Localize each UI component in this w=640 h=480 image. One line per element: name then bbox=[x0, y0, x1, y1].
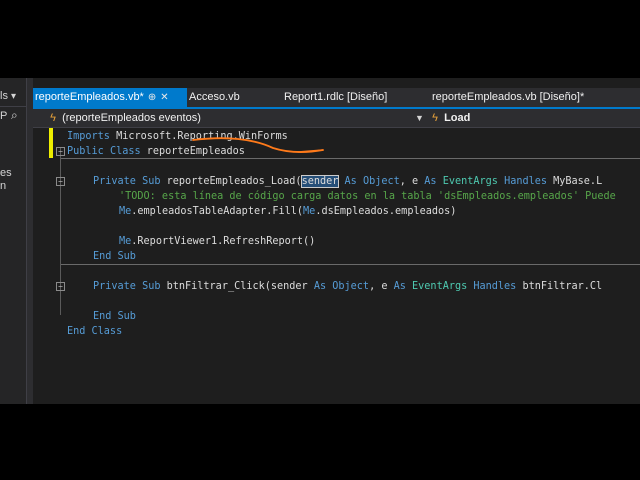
panel-text-p: P bbox=[0, 110, 8, 122]
keyword-imports: Imports bbox=[67, 131, 110, 142]
tab-label: Acceso.vb bbox=[189, 91, 240, 103]
tab-label: reporteEmpleados.vb* bbox=[35, 91, 144, 103]
code-editor[interactable]: − − − Imports Microsoft.Reporting.WinFor… bbox=[33, 128, 640, 404]
scope-dropdown[interactable]: ϟ (reporteEmpleados eventos) bbox=[47, 109, 201, 127]
namespace-text: Microsoft.Reporting.WinForms bbox=[109, 131, 288, 142]
code-line-14[interactable]: End Class bbox=[67, 324, 122, 339]
tab-reporteempleados-vb[interactable]: reporteEmpleados.vb* ⊕ ✕ bbox=[33, 88, 187, 107]
close-icon[interactable]: ✕ bbox=[160, 88, 168, 107]
panel-arrow-icon[interactable]: ▾ bbox=[11, 90, 16, 103]
code-line-2[interactable]: Public Class reporteEmpleados bbox=[67, 144, 245, 159]
solution-explorer-panel: ls ▾ P ⌕ es n bbox=[0, 78, 27, 404]
chevron-down-icon[interactable]: ▼ bbox=[415, 109, 424, 127]
panel-text-es: es bbox=[0, 167, 12, 179]
keyword-end-class: End Class bbox=[67, 326, 123, 337]
keyword-sub: Sub bbox=[142, 176, 161, 187]
code-line-1[interactable]: Imports Microsoft.Reporting.WinForms bbox=[67, 129, 288, 144]
method-name: btnFiltrar_Click(sender bbox=[160, 281, 314, 292]
code-line-8[interactable]: Me.ReportViewer1.RefreshReport() bbox=[119, 234, 315, 249]
refresh-call: .ReportViewer1.RefreshReport() bbox=[131, 236, 316, 247]
panel-text-ls: ls bbox=[0, 90, 8, 102]
keyword-as: As bbox=[393, 281, 406, 292]
type-eventargs: EventArgs bbox=[412, 281, 468, 292]
class-name: reporteEmpleados bbox=[140, 146, 245, 157]
keyword-private: Private bbox=[93, 281, 136, 292]
keyword-me: Me bbox=[119, 236, 132, 247]
collapse-click-toggle[interactable]: − bbox=[56, 282, 65, 291]
type-eventargs: EventArgs bbox=[442, 176, 498, 187]
param-sep: , e bbox=[399, 176, 425, 187]
code-line-11[interactable]: Private Sub btnFiltrar_Click(sender As O… bbox=[93, 279, 602, 294]
panel-divider bbox=[0, 106, 26, 107]
keyword-me: Me bbox=[119, 206, 132, 217]
method-name: reporteEmpleados_Load( bbox=[160, 176, 302, 187]
selected-word-sender[interactable]: sender bbox=[300, 175, 340, 188]
scope-label: (reporteEmpleados eventos) bbox=[62, 112, 201, 124]
code-line-6[interactable]: Me.empleadosTableAdapter.Fill(Me.dsEmple… bbox=[119, 204, 456, 219]
tab-label: reporteEmpleados.vb [Diseño]* bbox=[432, 91, 585, 103]
type-object: Object bbox=[362, 176, 400, 187]
keyword-handles: Handles bbox=[473, 281, 517, 292]
keyword-end-sub: End Sub bbox=[93, 251, 136, 262]
fill-call: .empleadosTableAdapter.Fill( bbox=[131, 206, 304, 217]
tab-label: Report1.rdlc [Diseño] bbox=[284, 91, 388, 103]
keyword-as: As bbox=[344, 176, 357, 187]
event-icon: ϟ bbox=[432, 112, 438, 124]
member-dropdown[interactable]: ϟ Load bbox=[429, 109, 470, 127]
modified-lines-indicator bbox=[49, 128, 53, 158]
param-sep: , e bbox=[369, 281, 394, 292]
keyword-as: As bbox=[313, 281, 327, 292]
keyword-handles: Handles bbox=[504, 176, 547, 187]
keyword-private: Private bbox=[93, 176, 136, 187]
collapse-load-toggle[interactable]: − bbox=[56, 177, 65, 186]
outline-guide bbox=[60, 185, 61, 256]
handles-target: MyBase.L bbox=[547, 176, 603, 187]
visual-studio-window: ls ▾ P ⌕ es n reporteEmpleados.vb* ⊕ ✕ Acc… bbox=[0, 78, 640, 404]
tab-report1-rdlc[interactable]: Report1.rdlc [Diseño] bbox=[284, 88, 414, 107]
keyword-end-sub: End Sub bbox=[93, 311, 136, 322]
keyword-class: Class bbox=[109, 146, 141, 157]
code-line-4[interactable]: Private Sub reporteEmpleados_Load(sender… bbox=[93, 174, 602, 189]
navigation-bar: ϟ (reporteEmpleados eventos) ▼ ϟ Load bbox=[33, 109, 640, 128]
keyword-as: As bbox=[424, 176, 437, 187]
outline-guide bbox=[60, 275, 61, 315]
procedure-separator bbox=[61, 264, 640, 265]
collapse-class-toggle[interactable]: − bbox=[56, 147, 65, 156]
keyword-sub: Sub bbox=[142, 281, 161, 292]
search-icon[interactable]: ⌕ bbox=[11, 109, 18, 122]
member-label: Load bbox=[444, 112, 471, 124]
panel-text-n: n bbox=[0, 180, 7, 192]
code-line-13[interactable]: End Sub bbox=[93, 309, 136, 324]
handles-target: btnFiltrar.Cl bbox=[516, 281, 603, 292]
code-line-5-comment[interactable]: 'TODO: esta línea de código carga datos … bbox=[119, 189, 616, 204]
type-object: Object bbox=[332, 281, 370, 292]
fill-arg: .dsEmpleados.empleados) bbox=[315, 206, 457, 217]
pin-icon[interactable]: ⊕ bbox=[148, 88, 156, 107]
tab-acceso-vb[interactable]: Acceso.vb bbox=[189, 88, 269, 107]
code-line-9[interactable]: End Sub bbox=[93, 249, 136, 264]
keyword-me: Me bbox=[303, 206, 316, 217]
document-tab-bar: reporteEmpleados.vb* ⊕ ✕ Acceso.vb Report1… bbox=[33, 88, 640, 107]
event-icon: ϟ bbox=[50, 112, 56, 124]
tab-reporteempleados-design[interactable]: reporteEmpleados.vb [Diseño]* bbox=[432, 88, 602, 107]
keyword-public: Public bbox=[67, 146, 104, 157]
